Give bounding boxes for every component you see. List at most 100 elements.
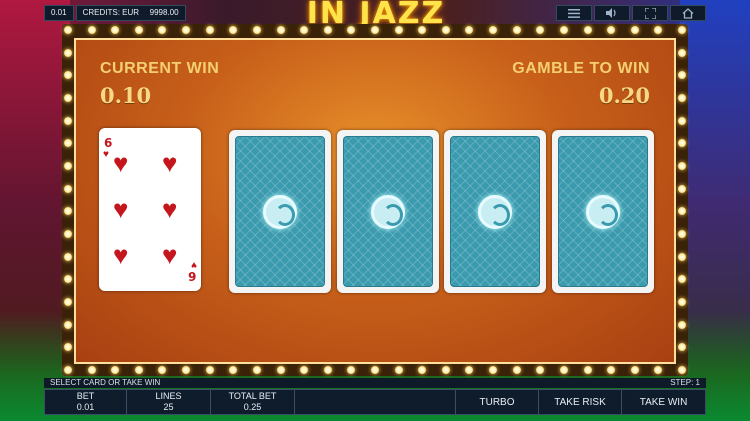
marquee-bulb [678,48,686,57]
marquee-bulb [64,366,72,374]
marquee-bulb [654,366,663,374]
bottom-control-bar: BET 0.01 LINES 25 TOTAL BET 0.25 TURBO T… [44,389,706,415]
marquee-bulb [87,26,96,34]
marquee-bulb [371,366,379,374]
heart-icon: ♥ [113,194,129,224]
marquee-bulb [512,366,521,374]
marquee-bulb [678,184,686,193]
menu-icon [568,8,580,18]
dealer-card: 6 ♥ ♥ ♥ ♥ ♥ ♥ ♥ ♥ 6 [99,128,201,291]
marquee-bulb [465,366,474,374]
take-win-button[interactable]: TAKE WIN [622,390,705,414]
marquee-bulb [583,26,592,34]
marquee-bulb [465,26,474,34]
marquee-bulb [64,48,72,57]
marquee-bulb [64,139,72,148]
marquee-bulb [559,26,568,34]
marquee-bulb [678,26,686,34]
marquee-bulb [489,26,498,34]
face-down-card-4[interactable] [552,130,654,293]
marquee-bulb [678,116,686,125]
lines-value: 25 [163,402,174,412]
marquee-bulb [678,366,686,374]
marquee-bulb [678,162,686,170]
lines-info: LINES 25 [127,390,211,414]
marquee-bulb [678,275,686,284]
marquee-bulb [87,366,96,374]
marquee-bulb [64,94,72,102]
marquee-bulb [607,26,616,34]
marquee-bulb [64,162,72,170]
marquee-bulb [323,366,332,374]
marquee-bulb [205,26,214,34]
credits-display: CREDITS: EUR 9998.00 [75,5,186,21]
marquee-bulb [64,275,72,284]
marquee-bulb [64,252,72,261]
fullscreen-button[interactable] [632,5,668,21]
bet-label: BET [76,391,95,401]
marquee-bulb [678,139,686,148]
marquee-bulb [654,26,663,34]
marquee-bulb [64,230,72,238]
home-button[interactable] [670,5,706,21]
total-bet-info: TOTAL BET 0.25 [211,390,295,414]
take-risk-button[interactable]: TAKE RISK [539,390,622,414]
status-message: SELECT CARD OR TAKE WIN [50,378,161,387]
marquee-bulb [64,298,72,306]
marquee-bulb [252,366,261,374]
marquee-bulb [441,26,450,34]
sound-button[interactable] [594,5,630,21]
marquee-bulb [418,26,427,34]
marquee-bulb [418,366,427,374]
marquee-bulb [182,366,191,374]
current-win-value: 0.10 [100,83,152,108]
marquee-bulb [64,71,72,80]
marquee-bulb [678,94,686,102]
heart-icon: ♥ [191,259,197,270]
speaker-icon [606,8,616,18]
card-emblem-icon [478,194,512,229]
marquee-bulb [64,116,72,125]
marquee-bulb [371,26,379,34]
marquee-bulb [678,320,686,329]
marquee-bulb [678,252,686,261]
face-down-card-2[interactable] [337,130,439,293]
marquee-bulb [678,343,686,352]
marquee-bulb [229,26,238,34]
heart-icon: ♥ [113,148,129,178]
turbo-button[interactable]: TURBO [456,390,539,414]
top-info-bar: 0.01 CREDITS: EUR 9998.00 [44,5,186,21]
credits-value: 9998.00 [149,8,179,17]
marquee-bulb [276,366,285,374]
marquee-bulb [158,26,167,34]
card-emblem-icon [371,194,405,229]
marquee-bulb [678,71,686,80]
heart-icon: ♥ [162,240,178,270]
marquee-bulb [229,366,238,374]
marquee-bulb [64,184,72,193]
marquee-bulb [134,26,143,34]
total-bet-value: 0.25 [243,402,262,412]
card-emblem-icon [263,194,297,229]
card-rank-top: 6 [104,136,113,150]
face-down-card-1[interactable] [229,130,331,293]
card-rank-bottom: 6 [187,269,196,283]
message-bar: SELECT CARD OR TAKE WIN STEP: 1 [44,378,706,388]
marquee-bulb [630,366,639,374]
marquee-bulb [300,366,309,374]
marquee-bulb [394,366,403,374]
marquee-bulb [182,26,191,34]
marquee-bulb [111,366,120,374]
marquee-bulb [536,366,545,374]
marquee-bulb [111,26,120,34]
bet-value: 0.01 [76,402,95,412]
heart-icon: ♥ [113,240,129,270]
coin-value: 0.01 [44,5,74,21]
marquee-bulb [559,366,568,374]
marquee-bulb [323,26,332,34]
menu-button[interactable] [556,5,592,21]
bet-info: BET 0.01 [45,390,127,414]
heart-icon: ♥ [162,194,178,224]
face-down-card-3[interactable] [444,130,546,293]
home-icon [682,7,694,19]
